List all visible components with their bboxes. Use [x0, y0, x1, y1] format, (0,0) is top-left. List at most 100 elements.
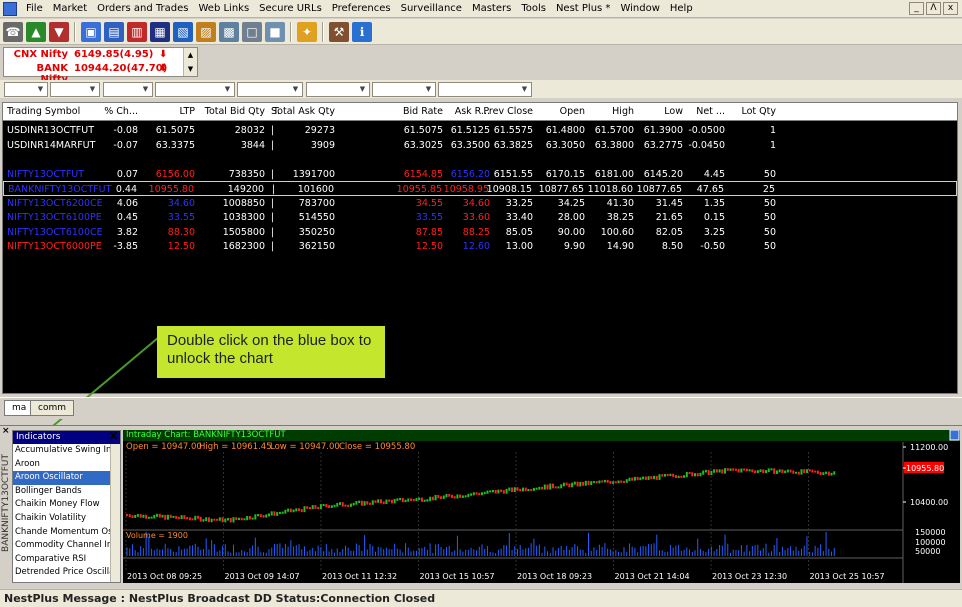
- tab-comm[interactable]: comm: [30, 400, 74, 416]
- chevron-down-icon[interactable]: ▼: [222, 84, 233, 95]
- tools-icon[interactable]: ⚒: [329, 21, 349, 42]
- calc-icon[interactable]: ▧: [173, 21, 193, 42]
- table-row[interactable]: NIFTY13OCT6100PE 0.45 33.55 1038300 | 514550 3…: [3, 210, 957, 225]
- menu-item-market[interactable]: Market: [48, 3, 92, 14]
- column-header[interactable]: Bid Rate: [403, 106, 443, 117]
- indicators-scrollbar[interactable]: [110, 444, 120, 582]
- sell-icon[interactable]: ▼: [49, 21, 69, 42]
- column-header[interactable]: LTP: [179, 106, 195, 117]
- table-cell: NIFTY13OCTFUT: [7, 168, 85, 180]
- column-header[interactable]: High: [612, 106, 634, 117]
- trade-icon[interactable]: ▥: [127, 21, 147, 42]
- indicator-item[interactable]: Aroon Oscillator: [13, 471, 120, 485]
- table-cell: 85.05: [505, 226, 533, 238]
- table-cell: NIFTY13OCT6000PE: [7, 241, 102, 252]
- menu-item-orders-and-trades[interactable]: Orders and Trades: [92, 3, 193, 14]
- column-header[interactable]: Total Bid Qty: [205, 106, 265, 117]
- menu-item-web-links[interactable]: Web Links: [194, 3, 255, 14]
- scroll-down-icon[interactable]: ▼: [184, 62, 197, 76]
- table-cell: |: [271, 139, 275, 151]
- order-icon[interactable]: ▣: [81, 21, 101, 42]
- filter-dropdown[interactable]: ▼: [372, 82, 436, 97]
- time-tick-label: 2013 Oct 08 09:25: [127, 572, 202, 581]
- print-icon[interactable]: ■: [265, 21, 285, 42]
- menu-item-nest-plus[interactable]: Nest Plus *: [551, 3, 615, 14]
- table-row[interactable]: NIFTY13OCT6100CE 3.82 88.30 1505800 | 350250 8…: [3, 225, 957, 240]
- filter-dropdown[interactable]: ▼: [237, 82, 303, 97]
- table-cell: |: [271, 212, 275, 223]
- column-header[interactable]: Total Ask Qty: [273, 106, 335, 117]
- price-tick-label: 10955.80: [906, 464, 944, 473]
- table-row[interactable]: USDINR14MARFUT -0.07 63.3375 3844 | 3909 63.30…: [3, 138, 957, 153]
- ticker-scrollbar[interactable]: ▲ ▼: [183, 48, 197, 76]
- menu-item-surveillance[interactable]: Surveillance: [396, 3, 467, 14]
- menu-item-window[interactable]: Window: [615, 3, 664, 14]
- group-icon[interactable]: ✦: [297, 21, 317, 42]
- notes-icon[interactable]: ▨: [196, 21, 216, 42]
- chevron-down-icon[interactable]: ▼: [87, 84, 98, 95]
- filter-dropdown[interactable]: ▼: [103, 82, 153, 97]
- column-header[interactable]: Lot Qty: [741, 106, 776, 117]
- ticker-row: BANK Nifty 10944.20(47.70) ⬇: [4, 63, 184, 85]
- filter-dropdown[interactable]: ▼: [306, 82, 370, 97]
- chevron-down-icon[interactable]: ▼: [423, 84, 434, 95]
- column-header[interactable]: Open: [560, 106, 585, 117]
- indicator-item[interactable]: Comparative RSI: [13, 553, 120, 567]
- menu-item-secure-urls[interactable]: Secure URLs: [254, 3, 327, 14]
- panel-icon[interactable]: □: [242, 21, 262, 42]
- table-row[interactable]: [3, 152, 957, 167]
- phone-icon[interactable]: ☎: [3, 21, 23, 42]
- table-cell: 0.45: [116, 212, 138, 223]
- column-header[interactable]: Net ...: [696, 106, 725, 117]
- table-cell: 1.35: [703, 197, 725, 209]
- menu-item-file[interactable]: File: [21, 3, 48, 14]
- chevron-down-icon[interactable]: ▼: [357, 84, 368, 95]
- book-icon[interactable]: ▩: [219, 21, 239, 42]
- chevron-down-icon[interactable]: ▼: [140, 84, 151, 95]
- column-header[interactable]: Prev Close: [483, 106, 533, 117]
- menu-item-help[interactable]: Help: [665, 3, 698, 14]
- chevron-down-icon[interactable]: ▼: [519, 84, 530, 95]
- market-watch-icon[interactable]: ▤: [104, 21, 124, 42]
- table-cell: 12.50: [415, 241, 443, 252]
- buy-icon[interactable]: ▲: [26, 21, 46, 42]
- chart-icon[interactable]: ▦: [150, 21, 170, 42]
- indicator-item[interactable]: Chaikin Volatility: [13, 512, 120, 526]
- help-icon[interactable]: ℹ: [352, 21, 372, 42]
- table-row[interactable]: NIFTY13OCT6200CE 4.06 34.60 1008850 | 783700 3…: [3, 196, 957, 211]
- column-header[interactable]: % Ch...: [104, 106, 138, 117]
- indicators-close-button[interactable]: X: [107, 430, 120, 443]
- unlock-chart-button: [949, 430, 960, 441]
- filter-dropdown[interactable]: ▼: [50, 82, 100, 97]
- menu-item-tools[interactable]: Tools: [516, 3, 551, 14]
- table-row[interactable]: BANKNIFTY13OCTFUT 0.44 10955.80 149200 | 1016…: [3, 181, 957, 196]
- indicator-item[interactable]: Chande Momentum Oscillat: [13, 526, 120, 540]
- indicator-item[interactable]: Commodity Channel Index: [13, 539, 120, 553]
- intraday-chart[interactable]: Intraday Chart: BANKNIFTY13OCTFUT Open =…: [123, 430, 960, 583]
- indicator-item[interactable]: Accumulative Swing Index: [13, 444, 120, 458]
- indicator-item[interactable]: Aroon: [13, 458, 120, 472]
- minimize-button[interactable]: _: [909, 2, 924, 15]
- filter-dropdown[interactable]: ▼: [438, 82, 532, 97]
- time-tick-label: 2013 Oct 25 10:57: [810, 572, 885, 581]
- indicator-item[interactable]: Bollinger Bands: [13, 485, 120, 499]
- filter-dropdown[interactable]: ▼: [155, 82, 235, 97]
- restore-button[interactable]: Ʌ: [926, 2, 941, 15]
- chevron-down-icon[interactable]: ▼: [35, 84, 46, 95]
- column-header[interactable]: Trading Symbol: [7, 106, 80, 117]
- table-cell: 41.30: [606, 197, 634, 209]
- chevron-down-icon[interactable]: ▼: [290, 84, 301, 95]
- table-row[interactable]: NIFTY13OCTFUT 0.07 6156.00 738350 | 1391700 61…: [3, 167, 957, 182]
- indicator-item[interactable]: Chaikin Money Flow: [13, 498, 120, 512]
- column-header[interactable]: Low: [664, 106, 683, 117]
- scroll-up-icon[interactable]: ▲: [184, 48, 197, 62]
- menu-item-preferences[interactable]: Preferences: [327, 3, 396, 14]
- filter-dropdown[interactable]: ▼: [4, 82, 48, 97]
- table-row[interactable]: NIFTY13OCT6000PE -3.85 12.50 1682300 | 362150…: [3, 239, 957, 254]
- panel-close-icon[interactable]: ×: [2, 426, 10, 436]
- toolbar-separator: [322, 21, 324, 42]
- indicator-item[interactable]: Detrended Price Oscillator: [13, 566, 120, 580]
- table-row[interactable]: USDINR13OCTFUT -0.08 61.5075 28032 | 29273 61.…: [3, 123, 957, 138]
- menu-item-masters[interactable]: Masters: [467, 3, 516, 14]
- close-button[interactable]: x: [943, 2, 958, 15]
